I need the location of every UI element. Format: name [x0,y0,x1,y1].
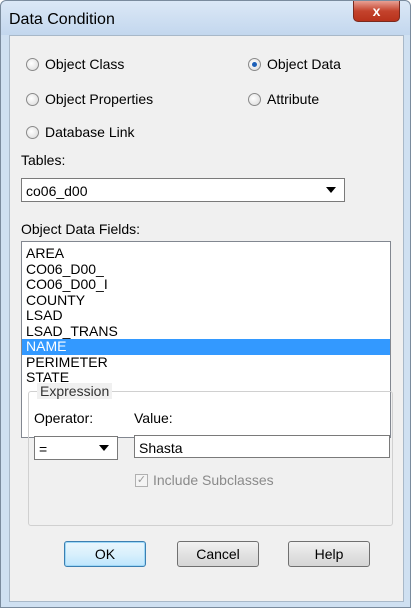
list-item[interactable]: LSAD [22,307,390,324]
radio-database-link[interactable]: Database Link [26,124,135,140]
include-subclasses-checkbox[interactable]: ✓ Include Subclasses [135,472,274,488]
radio-circle-icon [26,57,39,71]
checkmark-icon: ✓ [135,473,148,487]
tables-label: Tables: [21,152,66,168]
close-button[interactable]: x [353,1,400,22]
radio-object-data[interactable]: Object Data [248,56,341,72]
radio-checked-icon [248,57,261,71]
radio-object-properties[interactable]: Object Properties [26,91,153,107]
ok-button[interactable]: OK [64,541,146,567]
help-label: Help [314,546,344,562]
list-item[interactable]: COUNTY [22,292,390,309]
include-subclasses-label: Include Subclasses [153,472,274,488]
radio-circle-icon [26,92,39,106]
expression-title: Expression [37,383,113,399]
list-item-selected[interactable]: NAME [22,338,390,355]
list-item[interactable]: AREA [22,245,390,262]
radio-label: Object Data [267,56,341,72]
radio-label: Object Class [45,56,125,72]
operator-select[interactable]: = [34,436,118,460]
list-item[interactable]: CO06_D00_I [22,276,390,293]
help-button[interactable]: Help [288,541,370,567]
radio-attribute[interactable]: Attribute [248,91,319,107]
value-text: Shasta [139,440,183,456]
cancel-button[interactable]: Cancel [177,541,259,567]
title-bar: Data Condition x [1,1,410,35]
operator-label: Operator: [34,410,94,426]
close-icon: x [372,3,381,19]
operator-value: = [39,441,48,457]
radio-label: Object Properties [45,91,154,107]
ok-label: OK [94,546,116,562]
dialog-body: Object Class Object Data Object Properti… [9,35,404,602]
value-input[interactable]: Shasta [134,435,390,458]
list-item[interactable]: LSAD_TRANS [22,323,390,340]
chevron-down-icon [99,445,109,451]
dialog-title: Data Condition [9,11,115,28]
radio-circle-icon [248,92,261,106]
radio-object-class[interactable]: Object Class [26,56,124,72]
radio-label: Database Link [45,124,135,140]
data-condition-dialog: Data Condition x Object Class Object Dat… [0,0,411,608]
tables-select[interactable]: co06_d00 [21,178,345,202]
value-label: Value: [134,410,173,426]
cancel-label: Cancel [196,546,240,562]
chevron-down-icon [326,187,336,193]
radio-label: Attribute [267,91,320,107]
fields-label: Object Data Fields: [21,221,141,237]
radio-circle-icon [26,125,39,139]
list-item[interactable]: CO06_D00_ [22,261,390,278]
list-item[interactable]: PERIMETER [22,354,390,371]
tables-value: co06_d00 [26,183,88,199]
